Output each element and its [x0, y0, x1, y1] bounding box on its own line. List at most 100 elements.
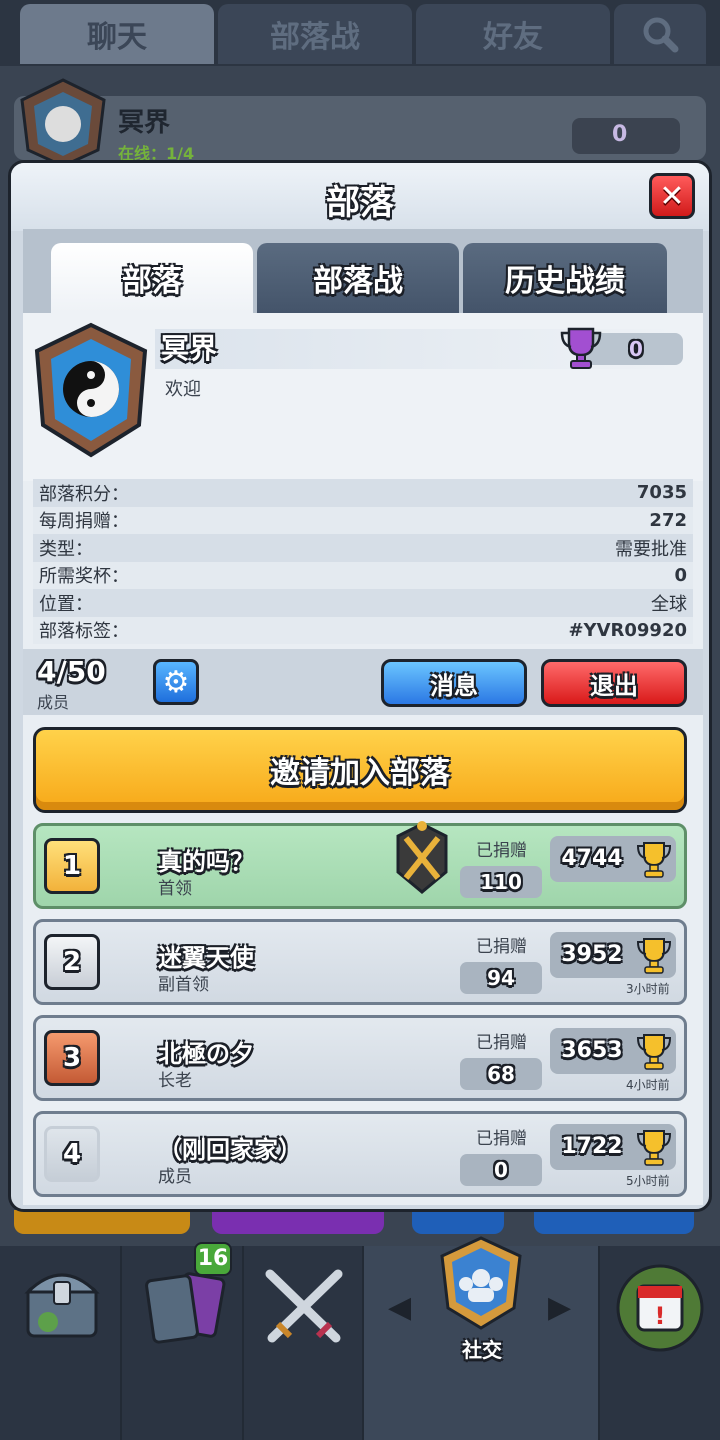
leave-button-label: 退出 [590, 671, 638, 700]
modal-body: 部落 部落战 历史战绩 冥界 欢迎 0 部落积分： 7035 每周捐赠： 272… [23, 229, 703, 1205]
stat-row-tag: 部落标签： #YVR09920 [33, 616, 693, 644]
tab-clan-war-label: 部落战 [270, 20, 360, 55]
nav-events[interactable]: ! [600, 1246, 720, 1440]
tab-chat[interactable]: 聊天 [20, 4, 214, 64]
stat-label: 所需奖杯： [39, 566, 129, 588]
members-count: 4/50 [37, 655, 106, 688]
stat-row-location: 位置： 全球 [33, 589, 693, 617]
member-rank: 2 [44, 934, 100, 990]
member-role: 副首领 [158, 975, 209, 995]
nav-social[interactable]: ◀ 社交 ▶ [364, 1236, 600, 1440]
nav-battle[interactable] [244, 1246, 364, 1440]
clan-info: 冥界 欢迎 0 [23, 313, 703, 481]
tab-history[interactable]: 历史战绩 [463, 243, 667, 313]
member-name: 北極の夕 [158, 1040, 254, 1068]
stat-row-score: 部落积分： 7035 [33, 479, 693, 507]
gear-icon: ⚙ [162, 664, 190, 700]
member-rank-number: 1 [62, 851, 82, 881]
member-trophies: 3653 [561, 1038, 623, 1063]
donated-number: 0 [494, 1158, 508, 1182]
modal-tabs: 部落 部落战 历史战绩 [23, 229, 703, 313]
stat-value: 0 [674, 564, 687, 586]
clan-stats: 部落积分： 7035 每周捐赠： 272 类型： 需要批准 所需奖杯： 0 位置： 全球 … [33, 479, 693, 644]
member-name: 迷翼天使 [158, 944, 254, 972]
close-icon: ✕ [659, 178, 685, 214]
top-tab-bar: 聊天 部落战 好友 [0, 0, 720, 66]
nav-cards[interactable]: 16 [122, 1242, 244, 1440]
bottom-strips [0, 1210, 720, 1236]
donated-number: 110 [480, 870, 522, 894]
member-last-seen: 5小时前 [626, 1174, 670, 1188]
settings-button[interactable]: ⚙ [153, 659, 199, 705]
chest-icon [24, 1273, 100, 1338]
purple-trophy-icon [560, 327, 602, 369]
invite-button[interactable]: 邀请加入部落 [33, 727, 687, 813]
tab-friends-label: 好友 [483, 20, 543, 55]
member-row[interactable]: 1 真的吗？ 首领 已捐赠 110 4744 [33, 821, 687, 909]
donated-label: 已捐赠 [476, 1033, 527, 1053]
tab-clan-war[interactable]: 部落战 [218, 4, 412, 64]
member-role: 成员 [158, 1167, 192, 1187]
nav-social-label: 社交 [462, 1338, 502, 1362]
stat-value: 7035 [636, 482, 687, 504]
modal-title: 部落 [326, 183, 394, 223]
tab-clan-war-modal[interactable]: 部落战 [257, 243, 459, 313]
member-row[interactable]: 2 迷翼天使 副首领 已捐赠 94 3952 3小时前 [33, 919, 687, 1005]
stat-row-type: 类型： 需要批准 [33, 534, 693, 562]
modal-header: 部落 ✕ [11, 163, 709, 231]
member-trophies: 1722 [561, 1134, 623, 1159]
donated-value: 68 [460, 1058, 542, 1090]
stat-value: #YVR09920 [568, 619, 687, 641]
search-button[interactable] [614, 4, 706, 64]
donated-value: 110 [460, 866, 542, 898]
leave-button[interactable]: 退出 [541, 659, 687, 707]
message-button[interactable]: 消息 [381, 659, 527, 707]
trophy-icon [636, 842, 672, 878]
leader-badge-icon [396, 821, 448, 894]
stat-label: 位置： [39, 593, 93, 615]
trophy-icon [636, 1034, 672, 1070]
nav-shop[interactable] [0, 1246, 122, 1440]
stat-row-donations: 每周捐赠： 272 [33, 506, 693, 534]
stat-value: 需要批准 [615, 538, 687, 560]
social-shield-icon [440, 1236, 522, 1330]
member-role: 长老 [158, 1071, 192, 1091]
background-trophy-value: 0 [612, 122, 628, 147]
stat-value: 272 [649, 509, 687, 531]
invite-button-label: 邀请加入部落 [270, 756, 450, 791]
donated-number: 68 [487, 1062, 515, 1086]
bottom-navigation: 16 ◀ 社交 ▶ ! [0, 1236, 720, 1440]
trophy-icon [636, 1130, 672, 1166]
search-icon [643, 17, 679, 53]
stat-label: 每周捐赠： [39, 511, 129, 533]
donated-value: 94 [460, 962, 542, 994]
svg-text:!: ! [655, 1302, 666, 1330]
donated-label: 已捐赠 [476, 937, 527, 957]
member-rank: 4 [44, 1126, 100, 1182]
donated-value: 0 [460, 1154, 542, 1186]
event-calendar-icon: ! [616, 1264, 704, 1352]
donated-label: 已捐赠 [476, 841, 527, 861]
arrow-right-icon[interactable]: ▶ [548, 1290, 571, 1325]
tab-clan-war-modal-label: 部落战 [313, 264, 403, 299]
member-rank: 3 [44, 1030, 100, 1086]
member-rank: 1 [44, 838, 100, 894]
tab-friends[interactable]: 好友 [416, 4, 610, 64]
stat-label: 部落标签： [39, 621, 129, 643]
tab-clan-label: 部落 [122, 264, 182, 299]
member-rank-number: 2 [62, 947, 82, 977]
member-rank-number: 4 [62, 1139, 82, 1169]
member-role: 首领 [158, 879, 192, 899]
member-row[interactable]: 4 （刚回家家） 成员 已捐赠 0 1722 5小时前 [33, 1111, 687, 1197]
member-trophies: 4744 [561, 846, 623, 871]
member-name: 真的吗？ [158, 848, 254, 876]
tab-clan[interactable]: 部落 [51, 243, 253, 313]
close-button[interactable]: ✕ [649, 173, 695, 219]
stat-label: 部落积分： [39, 483, 129, 505]
member-row[interactable]: 3 北極の夕 长老 已捐赠 68 3653 4小时前 [33, 1015, 687, 1101]
arrow-left-icon[interactable]: ◀ [388, 1290, 411, 1325]
donated-label: 已捐赠 [476, 1129, 527, 1149]
stat-row-required-trophies: 所需奖杯： 0 [33, 561, 693, 589]
member-name: （刚回家家） [158, 1136, 302, 1164]
background-clan-name: 冥界 [118, 108, 171, 138]
